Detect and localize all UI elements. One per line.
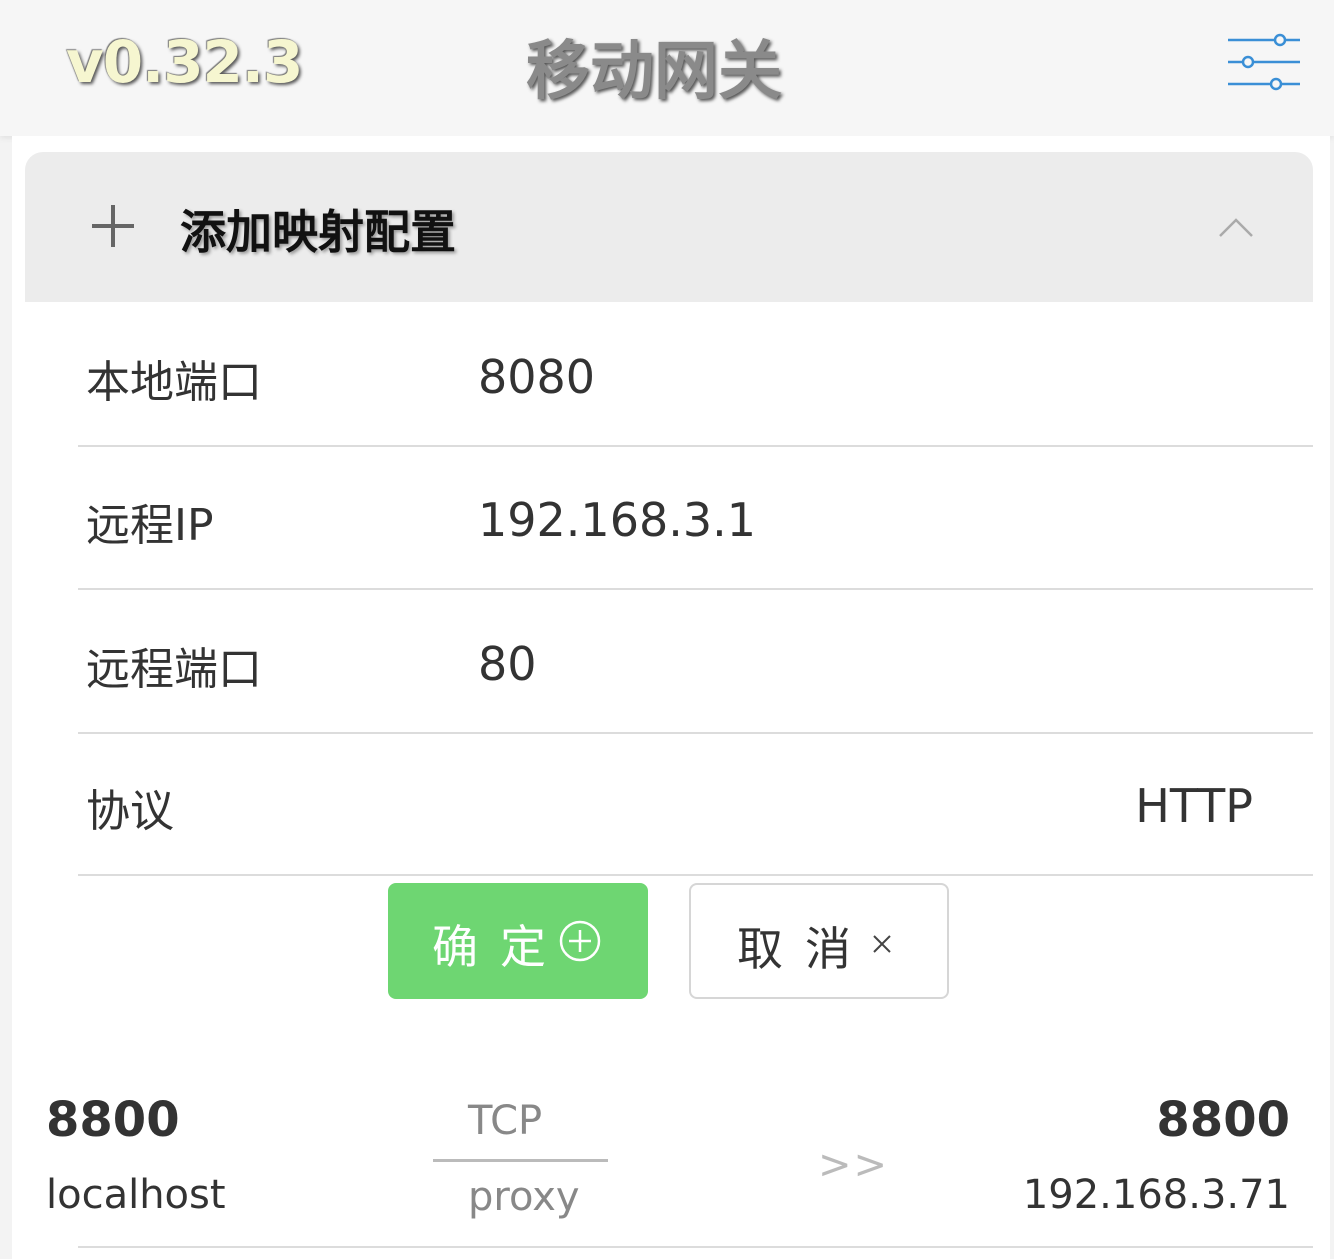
local-port-input[interactable] xyxy=(478,350,1258,404)
mapping-remote-host: 192.168.3.71 xyxy=(1022,1172,1290,1218)
local-port-label: 本地端口 xyxy=(86,357,262,408)
mapping-divider-line xyxy=(433,1159,608,1162)
close-icon xyxy=(873,935,891,953)
remote-ip-input[interactable] xyxy=(478,493,1258,547)
protocol-label: 协议 xyxy=(86,786,174,837)
cancel-label: 取消 xyxy=(737,922,873,976)
mapping-type: proxy xyxy=(468,1174,580,1220)
plus-icon xyxy=(92,205,134,247)
mapping-protocol: TCP xyxy=(468,1098,543,1144)
plus-circle-icon xyxy=(559,920,601,962)
app-header: v0.32.3 移动网关 xyxy=(0,0,1334,136)
mapping-remote-port: 8800 xyxy=(1156,1092,1290,1148)
cancel-button[interactable]: 取消 xyxy=(689,883,949,999)
list-divider xyxy=(78,1246,1313,1248)
remote-port-input[interactable] xyxy=(478,637,1258,691)
mapping-list-item[interactable]: 8800 localhost TCP proxy >> 8800 192.168… xyxy=(46,1080,1296,1250)
protocol-row[interactable]: 协议 HTTP xyxy=(78,731,1313,876)
mapping-arrow: >> xyxy=(818,1142,890,1188)
chevron-up-icon[interactable] xyxy=(1218,214,1254,238)
local-port-row: 本地端口 xyxy=(78,302,1313,447)
mapping-local-host: localhost xyxy=(46,1172,226,1218)
confirm-label: 确定 xyxy=(432,920,568,974)
remote-ip-label: 远程IP xyxy=(86,500,214,551)
protocol-select[interactable]: HTTP xyxy=(1135,779,1253,833)
version-label: v0.32.3 xyxy=(66,28,303,96)
remote-port-row: 远程端口 xyxy=(78,589,1313,734)
mapping-local-port: 8800 xyxy=(46,1092,180,1148)
remote-port-label: 远程端口 xyxy=(86,644,262,695)
sliders-icon[interactable] xyxy=(1224,32,1304,92)
add-mapping-title: 添加映射配置 xyxy=(180,205,456,259)
confirm-button[interactable]: 确定 xyxy=(388,883,648,999)
app-title: 移动网关 xyxy=(526,35,782,109)
remote-ip-row: 远程IP xyxy=(78,445,1313,590)
